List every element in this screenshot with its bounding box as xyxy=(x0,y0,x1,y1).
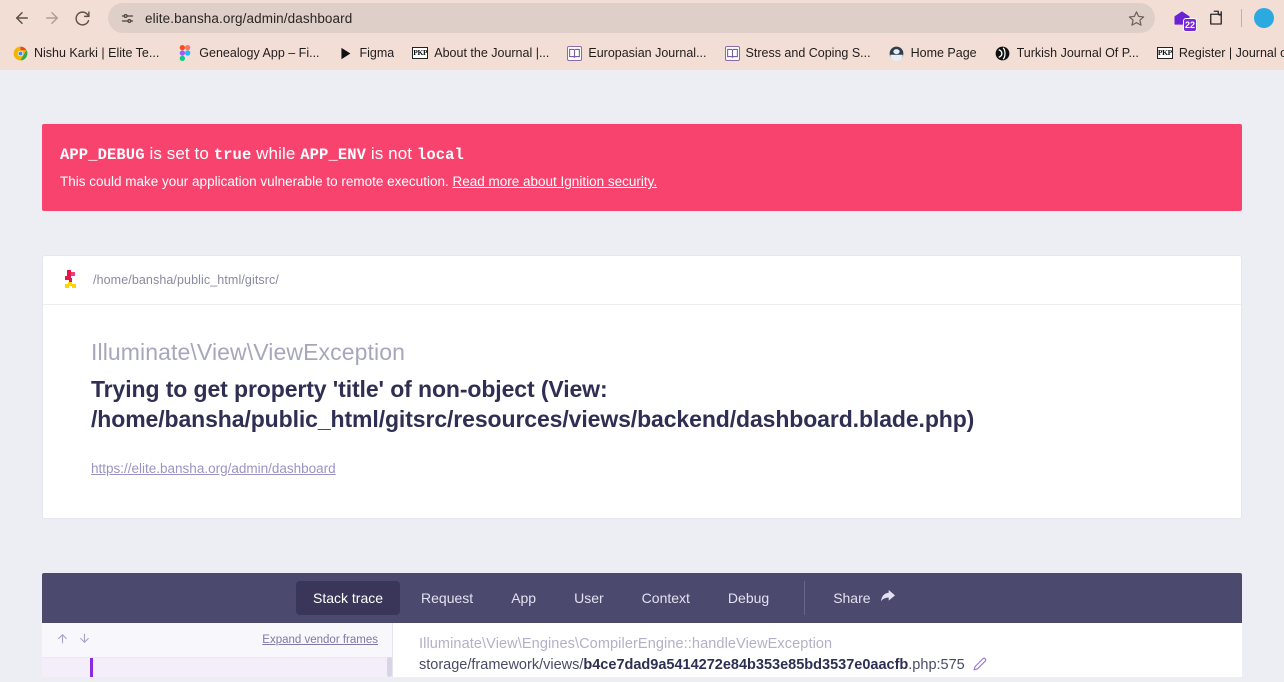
ignition-logo-icon xyxy=(63,270,81,290)
extensions-puzzle-icon[interactable] xyxy=(1203,5,1229,31)
request-url-link[interactable]: https://elite.bansha.org/admin/dashboard xyxy=(91,461,336,476)
back-button[interactable] xyxy=(8,4,36,32)
exception-card: /home/bansha/public_html/gitsrc/ Illumin… xyxy=(42,255,1242,519)
local-code: local xyxy=(416,146,464,164)
bookmark-item[interactable]: Nishu Karki | Elite Te... xyxy=(4,41,167,65)
bookmark-item[interactable]: PKP About the Journal |... xyxy=(404,42,557,64)
frame-file-text: storage/framework/views/b4ce7dad9a541427… xyxy=(419,657,965,673)
chrome-icon xyxy=(12,45,28,61)
bookmark-label: Europasian Journal... xyxy=(588,46,707,60)
url-text[interactable]: elite.bansha.org/admin/dashboard xyxy=(145,11,1118,26)
arrow-up-icon[interactable] xyxy=(56,632,69,648)
security-banner-text-3: is not xyxy=(366,144,417,163)
tab-request[interactable]: Request xyxy=(404,581,490,615)
expand-vendor-frames-link[interactable]: Expand vendor frames xyxy=(262,634,378,646)
security-warning-banner: APP_DEBUG is set to true while APP_ENV i… xyxy=(42,124,1242,211)
book-icon xyxy=(567,45,583,61)
frame-file-path: storage/framework/views/b4ce7dad9a541427… xyxy=(419,657,1222,674)
extension-badge-count: 22 xyxy=(1182,18,1197,32)
bookmark-label: Nishu Karki | Elite Te... xyxy=(34,46,160,60)
security-banner-title: APP_DEBUG is set to true while APP_ENV i… xyxy=(60,144,1224,164)
bookmark-label: About the Journal |... xyxy=(434,46,550,60)
security-banner-description-text: This could make your application vulnera… xyxy=(60,174,449,189)
tab-divider xyxy=(804,580,806,615)
project-path: /home/bansha/public_html/gitsrc/ xyxy=(93,273,279,287)
exception-message: Trying to get property 'title' of non-ob… xyxy=(91,376,975,433)
forward-button[interactable] xyxy=(38,4,66,32)
bookmark-item[interactable]: Genealogy App – Fi... xyxy=(169,41,327,65)
arrow-down-icon[interactable] xyxy=(78,632,91,648)
pkp-icon: PKP xyxy=(412,47,429,59)
frame-file-suffix: .php:575 xyxy=(908,657,965,674)
bookmark-item[interactable]: Figma xyxy=(330,41,403,65)
true-code: true xyxy=(213,146,252,164)
exception-card-header: /home/bansha/public_html/gitsrc/ xyxy=(43,256,1241,305)
share-label: Share xyxy=(833,589,871,606)
ignition-security-link[interactable]: Read more about Ignition security. xyxy=(452,174,657,189)
globe-dark-icon xyxy=(889,45,905,61)
security-banner-description: This could make your application vulnera… xyxy=(60,174,1224,189)
bookmark-item[interactable]: Turkish Journal Of P... xyxy=(987,41,1147,65)
frame-file-hash: b4ce7dad9a5414272e84b353e85bd3537e0aacfb xyxy=(583,657,909,674)
tab-app[interactable]: App xyxy=(494,581,553,615)
security-banner-text-2: while xyxy=(251,144,301,163)
address-bar[interactable]: elite.bansha.org/admin/dashboard xyxy=(108,3,1155,33)
bookmark-item[interactable]: Europasian Journal... xyxy=(559,42,714,65)
figma-icon xyxy=(177,45,193,61)
reload-button[interactable] xyxy=(68,4,96,32)
exception-class: Illuminate\View\ViewException xyxy=(91,339,405,365)
bookmark-label: Home Page xyxy=(910,46,977,60)
frame-class-name: Illuminate\View\Engines\CompilerEngine::… xyxy=(419,635,833,652)
share-arrow-icon xyxy=(880,589,896,606)
browser-extensions-area: 22 xyxy=(1163,5,1276,32)
bookmark-item[interactable]: PKP Register | Journal of... xyxy=(1149,42,1284,64)
stack-trace-scrollbar[interactable] xyxy=(387,656,392,677)
profile-avatar[interactable] xyxy=(1254,8,1274,28)
stack-frame-detail: Illuminate\View\Engines\CompilerEngine::… xyxy=(393,623,1242,677)
play-icon xyxy=(338,45,354,61)
bookmark-label: Figma xyxy=(359,46,395,60)
exception-card-body: Illuminate\View\ViewException Trying to … xyxy=(43,305,1241,518)
toolbar-divider xyxy=(1241,9,1242,27)
bookmarks-bar: Nishu Karki | Elite Te... Genealogy App … xyxy=(0,36,1284,70)
stack-trace-frame-list: Expand vendor frames xyxy=(42,622,393,677)
frame-nav-arrows xyxy=(56,632,91,648)
security-banner-text-1: is set to xyxy=(144,144,214,163)
app-env-code: APP_ENV xyxy=(300,146,367,164)
tab-debug[interactable]: Debug xyxy=(711,581,786,615)
bookmark-label: Register | Journal of... xyxy=(1178,46,1284,60)
frame-file-prefix: storage/framework/views/ xyxy=(419,657,584,674)
browser-chrome: elite.bansha.org/admin/dashboard 22 Nish… xyxy=(0,0,1284,70)
stack-trace-panel: Expand vendor frames Illuminate\View\Eng… xyxy=(42,622,1242,677)
bookmark-label: Genealogy App – Fi... xyxy=(199,46,320,60)
globe-black-icon xyxy=(995,45,1011,61)
extension-icon[interactable]: 22 xyxy=(1169,5,1197,32)
browser-toolbar: elite.bansha.org/admin/dashboard 22 xyxy=(0,0,1284,36)
stack-trace-list-header: Expand vendor frames xyxy=(42,623,392,657)
page-content: APP_DEBUG is set to true while APP_ENV i… xyxy=(0,70,1284,682)
bookmark-label: Stress and Coping S... xyxy=(745,46,871,60)
content-container: APP_DEBUG is set to true while APP_ENV i… xyxy=(42,70,1242,677)
debug-tab-bar: Stack trace Request App User Context Deb… xyxy=(42,572,1242,623)
frame-active-marker xyxy=(90,657,93,677)
tab-stack-trace[interactable]: Stack trace xyxy=(296,580,401,615)
stack-frame-list-item[interactable] xyxy=(42,656,392,677)
bookmark-item[interactable]: Home Page xyxy=(881,41,985,65)
bookmark-star-icon[interactable] xyxy=(1128,10,1145,27)
bookmark-label: Turkish Journal Of P... xyxy=(1016,46,1139,60)
bookmark-item[interactable]: Stress and Coping S... xyxy=(717,42,879,65)
site-info-icon[interactable] xyxy=(120,11,135,26)
tab-user[interactable]: User xyxy=(557,581,621,615)
tab-context[interactable]: Context xyxy=(625,581,707,615)
share-button[interactable]: Share xyxy=(825,583,903,612)
pencil-icon[interactable] xyxy=(973,657,987,674)
book-icon xyxy=(724,45,740,61)
pkp-icon: PKP xyxy=(1156,47,1173,59)
app-debug-code: APP_DEBUG xyxy=(60,146,145,164)
